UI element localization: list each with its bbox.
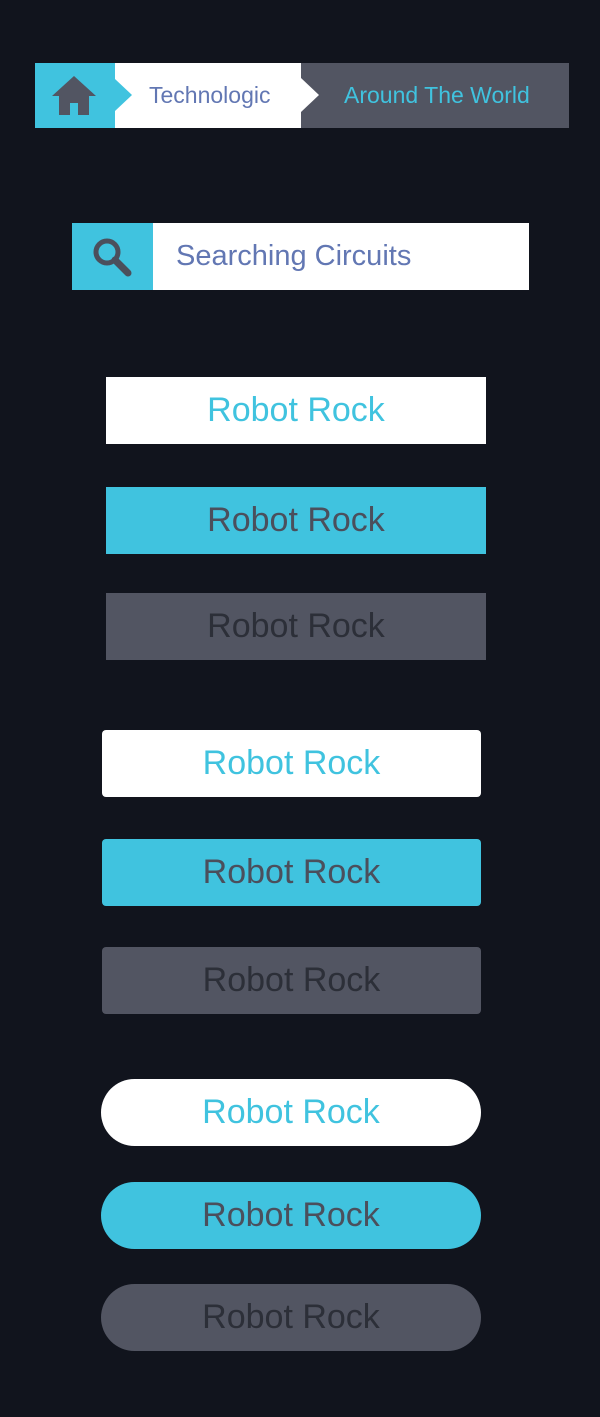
breadcrumb-home-button[interactable] (35, 63, 132, 128)
robot-rock-button-rounded-gray[interactable]: Robot Rock (102, 947, 481, 1014)
robot-rock-button-square-gray[interactable]: Robot Rock (106, 593, 486, 660)
robot-rock-button-pill-gray[interactable]: Robot Rock (101, 1284, 481, 1351)
breadcrumb-item-label: Technologic (149, 82, 271, 108)
search-icon (93, 238, 132, 277)
breadcrumb-item-technologic[interactable]: Technologic (115, 63, 319, 128)
search-button[interactable] (72, 223, 153, 290)
breadcrumb: Around The World Technologic (35, 63, 569, 128)
robot-rock-button-square-blue[interactable]: Robot Rock (106, 487, 486, 554)
search-input[interactable] (153, 223, 529, 290)
robot-rock-button-rounded-white[interactable]: Robot Rock (102, 730, 481, 797)
breadcrumb-item-label: Around The World (344, 82, 530, 108)
search-bar (72, 223, 529, 290)
robot-rock-button-pill-white[interactable]: Robot Rock (101, 1079, 481, 1146)
robot-rock-button-rounded-blue[interactable]: Robot Rock (102, 839, 481, 906)
robot-rock-button-pill-blue[interactable]: Robot Rock (101, 1182, 481, 1249)
robot-rock-button-square-white[interactable]: Robot Rock (106, 377, 486, 444)
breadcrumb-item-around-the-world[interactable]: Around The World (301, 63, 569, 128)
home-icon (52, 76, 96, 115)
